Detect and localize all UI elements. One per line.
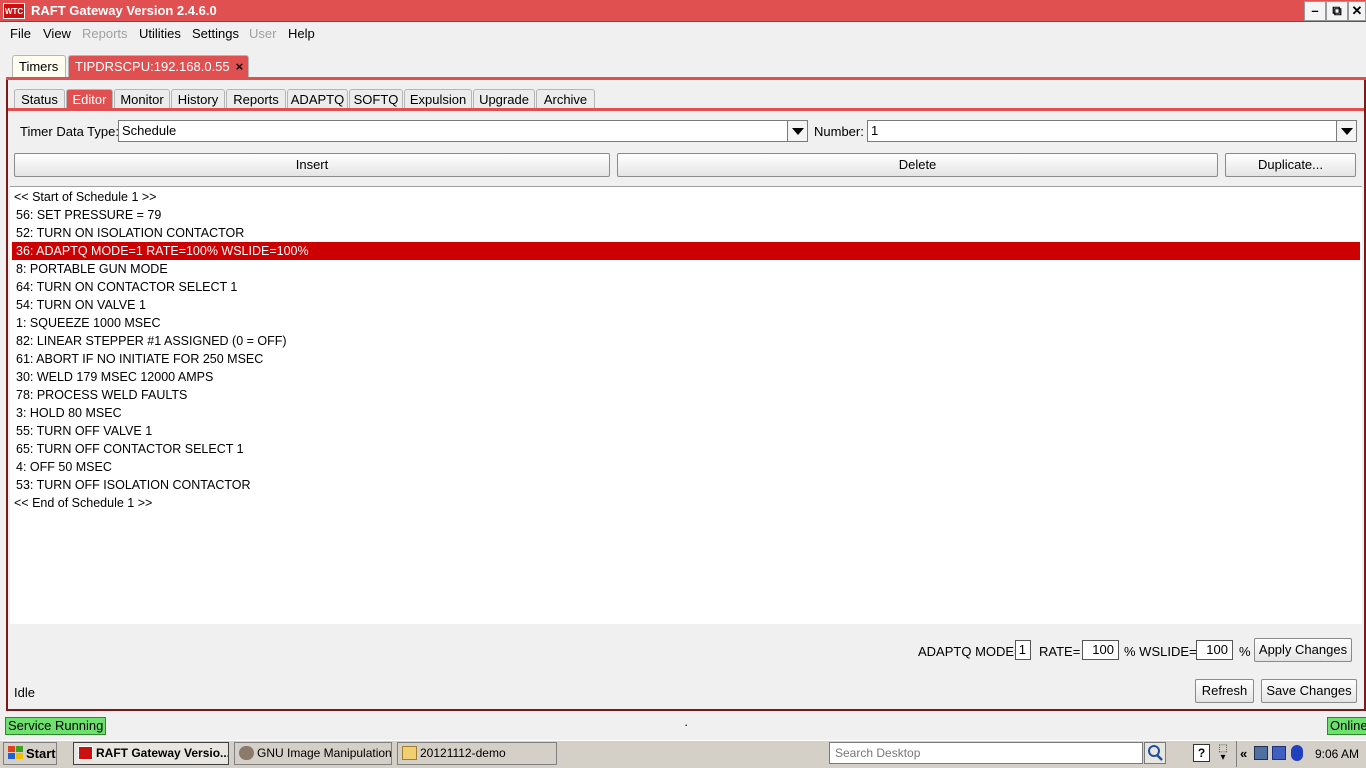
duplicate-button[interactable]: Duplicate... (1225, 153, 1356, 177)
folder-icon (402, 746, 417, 760)
menu-reports: Reports (82, 26, 128, 41)
tab-timers[interactable]: Timers (12, 55, 66, 78)
menu-view[interactable]: View (43, 26, 71, 41)
menu-bar: File View Reports Utilities Settings Use… (0, 22, 1366, 44)
taskbar-item-raft[interactable]: RAFT Gateway Versio... (73, 742, 229, 765)
tab-upgrade[interactable]: Upgrade (473, 89, 535, 110)
online-status-badge: Online (1327, 717, 1366, 735)
wslide-field[interactable]: 100 (1196, 640, 1233, 660)
inner-tab-underline (8, 108, 1364, 111)
maximize-button[interactable]: ⧉ (1326, 1, 1348, 21)
tab-editor[interactable]: Editor (66, 89, 113, 110)
list-item[interactable]: 4: OFF 50 MSEC (12, 458, 1360, 476)
menu-settings[interactable]: Settings (192, 26, 239, 41)
list-item[interactable]: 61: ABORT IF NO INITIATE FOR 250 MSEC (12, 350, 1360, 368)
tab-status[interactable]: Status (14, 89, 65, 110)
app-logo-icon: WTC (3, 3, 25, 19)
rate-label: RATE= (1039, 644, 1081, 659)
tab-connection[interactable]: TIPDRSCPU:192.168.0.55 × (68, 55, 249, 78)
taskbar-item-label: 20121112-demo (420, 746, 506, 760)
tab-history[interactable]: History (171, 89, 225, 110)
menu-help[interactable]: Help (288, 26, 315, 41)
tab-timers-label: Timers (19, 59, 59, 74)
list-item[interactable]: 56: SET PRESSURE = 79 (12, 206, 1360, 224)
taskbar-item-folder[interactable]: 20121112-demo (397, 742, 557, 765)
number-value: 1 (871, 123, 879, 138)
tab-expulsion[interactable]: Expulsion (404, 89, 472, 110)
list-item[interactable]: 8: PORTABLE GUN MODE (12, 260, 1360, 278)
chevron-down-icon[interactable] (1336, 121, 1356, 141)
window-title: RAFT Gateway Version 2.4.6.0 (31, 3, 217, 18)
status-text: Idle (14, 685, 35, 700)
raft-app-icon (78, 746, 93, 760)
list-item-selected[interactable]: 36: ADAPTQ MODE=1 RATE=100% WSLIDE=100% (12, 242, 1360, 260)
chevron-down-icon[interactable] (787, 121, 807, 141)
search-icon[interactable] (1144, 742, 1166, 764)
adaptq-mode-field[interactable]: 1 (1015, 640, 1031, 660)
tab-archive[interactable]: Archive (536, 89, 595, 110)
timer-data-type-value: Schedule (122, 123, 177, 138)
list-item[interactable]: 78: PROCESS WELD FAULTS (12, 386, 1360, 404)
taskbar-item-label: GNU Image Manipulation ... (257, 746, 392, 760)
network-disconnected-icon[interactable] (1272, 746, 1286, 760)
delete-button[interactable]: Delete (617, 153, 1218, 177)
network-icon[interactable] (1254, 746, 1268, 760)
apply-changes-button[interactable]: Apply Changes (1254, 638, 1352, 662)
desktop-toolbar-icon[interactable]: ⬚ ▾ (1216, 744, 1230, 763)
taskbar-item-gimp[interactable]: GNU Image Manipulation ... (234, 742, 392, 765)
start-button[interactable]: Start (3, 742, 57, 765)
percent-label: % (1239, 644, 1251, 659)
menu-user: User (249, 26, 277, 41)
bluetooth-icon[interactable] (1291, 745, 1303, 761)
tab-connection-label: TIPDRSCPU:192.168.0.55 (75, 59, 230, 74)
wslide-label: % WSLIDE= (1124, 644, 1197, 659)
adaptq-mode-label: ADAPTQ MODE= (918, 644, 1022, 659)
number-select[interactable]: 1 (867, 120, 1357, 142)
minimize-button[interactable]: – (1304, 1, 1326, 21)
tab-reports[interactable]: Reports (226, 89, 286, 110)
start-label: Start (26, 746, 56, 761)
taskbar-item-label: RAFT Gateway Versio... (96, 746, 229, 760)
status-strip (0, 712, 1366, 740)
list-item[interactable]: 55: TURN OFF VALVE 1 (12, 422, 1360, 440)
clock[interactable]: 9:06 AM (1315, 747, 1359, 761)
list-item[interactable]: 52: TURN ON ISOLATION CONTACTOR (12, 224, 1360, 242)
status-divider: · (684, 717, 689, 732)
menu-utilities[interactable]: Utilities (139, 26, 181, 41)
windows-logo-icon (8, 746, 23, 759)
list-item[interactable]: 30: WELD 179 MSEC 12000 AMPS (12, 368, 1360, 386)
list-item[interactable]: 65: TURN OFF CONTACTOR SELECT 1 (12, 440, 1360, 458)
close-tab-icon[interactable]: × (236, 59, 244, 74)
schedule-list[interactable]: << Start of Schedule 1 >> 56: SET PRESSU… (10, 186, 1362, 624)
insert-button[interactable]: Insert (14, 153, 610, 177)
tray-expand-icon[interactable]: « (1240, 746, 1247, 761)
tab-monitor[interactable]: Monitor (114, 89, 170, 110)
tab-adaptq[interactable]: ADAPTQ (287, 89, 348, 110)
menu-file[interactable]: File (10, 26, 31, 41)
list-item-start[interactable]: << Start of Schedule 1 >> (12, 188, 1360, 206)
list-item[interactable]: 82: LINEAR STEPPER #1 ASSIGNED (0 = OFF) (12, 332, 1360, 350)
refresh-button[interactable]: Refresh (1195, 679, 1254, 703)
close-button[interactable]: ✕ (1348, 1, 1366, 21)
list-item[interactable]: 1: SQUEEZE 1000 MSEC (12, 314, 1360, 332)
list-item[interactable]: 3: HOLD 80 MSEC (12, 404, 1360, 422)
tab-softq[interactable]: SOFTQ (349, 89, 403, 110)
number-label: Number: (814, 124, 864, 139)
list-item[interactable]: 54: TURN ON VALVE 1 (12, 296, 1360, 314)
help-icon[interactable]: ? (1193, 744, 1210, 762)
save-changes-button[interactable]: Save Changes (1261, 679, 1357, 703)
list-item[interactable]: 53: TURN OFF ISOLATION CONTACTOR (12, 476, 1360, 494)
list-item[interactable]: 64: TURN ON CONTACTOR SELECT 1 (12, 278, 1360, 296)
search-desktop-input[interactable]: Search Desktop (829, 742, 1143, 764)
timer-data-type-select[interactable]: Schedule (118, 120, 808, 142)
service-status-badge: Service Running (5, 717, 107, 735)
rate-field[interactable]: 100 (1082, 640, 1119, 660)
gimp-icon (239, 746, 254, 760)
list-item-end[interactable]: << End of Schedule 1 >> (12, 494, 1360, 512)
timer-data-type-label: Timer Data Type: (20, 124, 119, 139)
magnifier-icon (1148, 745, 1163, 761)
